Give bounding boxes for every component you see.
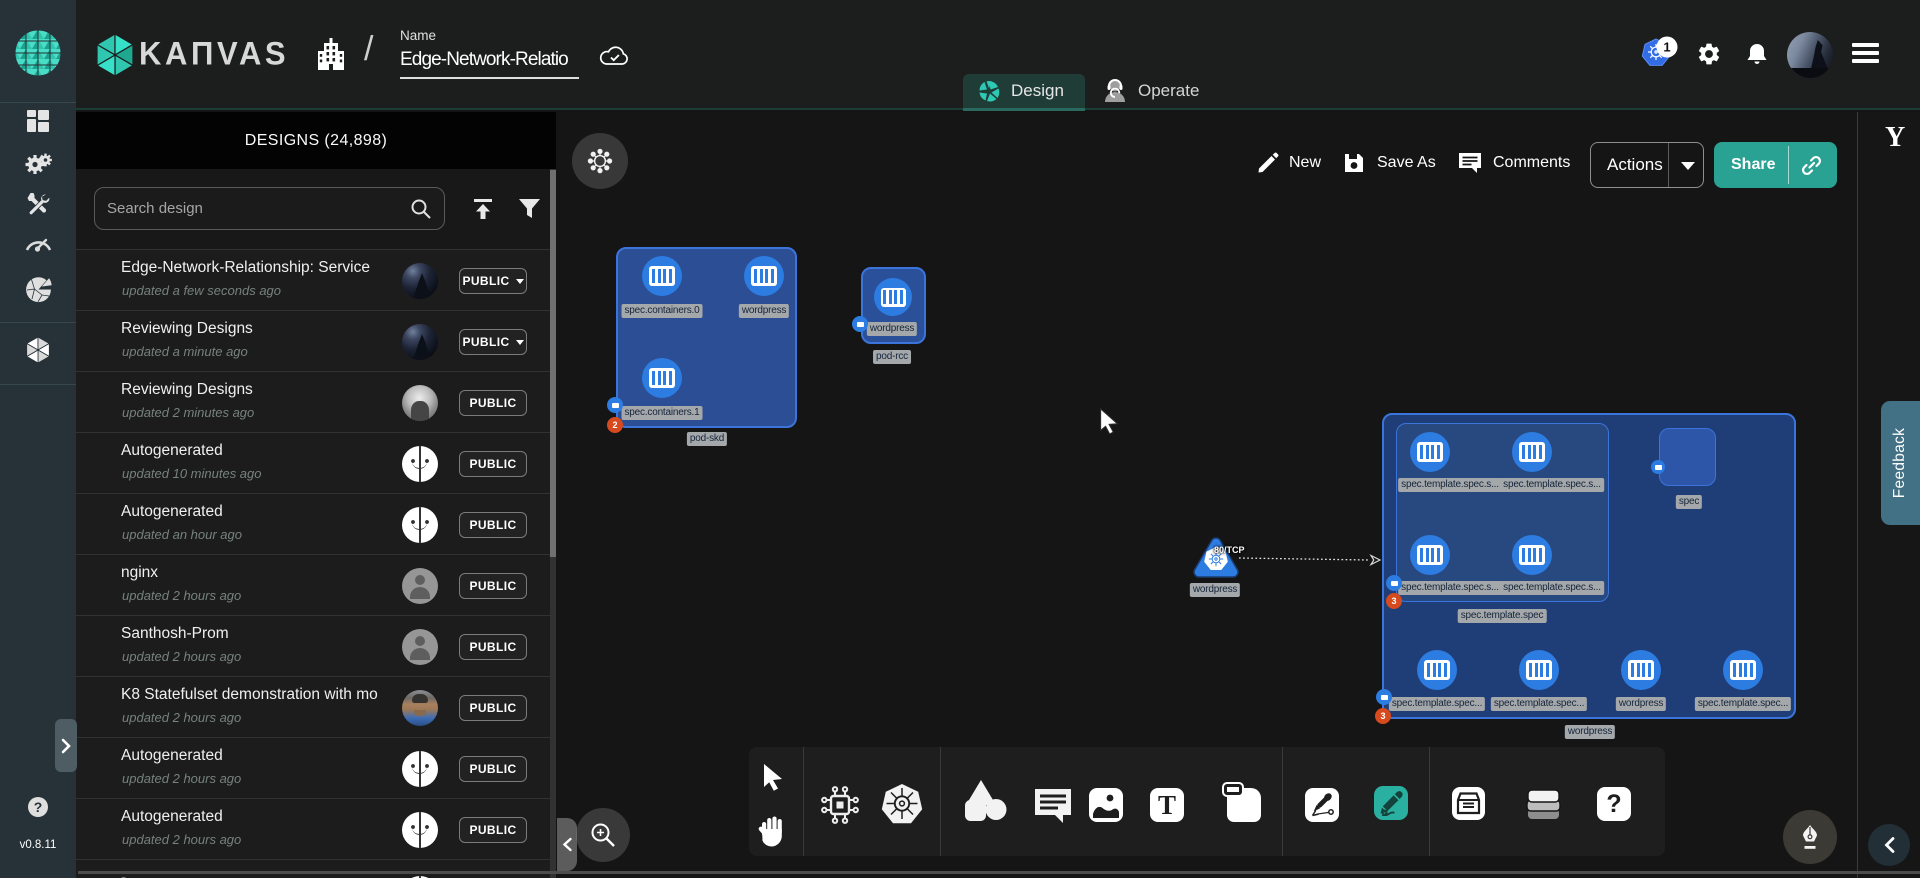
svg-text:1: 1 — [1663, 40, 1670, 55]
